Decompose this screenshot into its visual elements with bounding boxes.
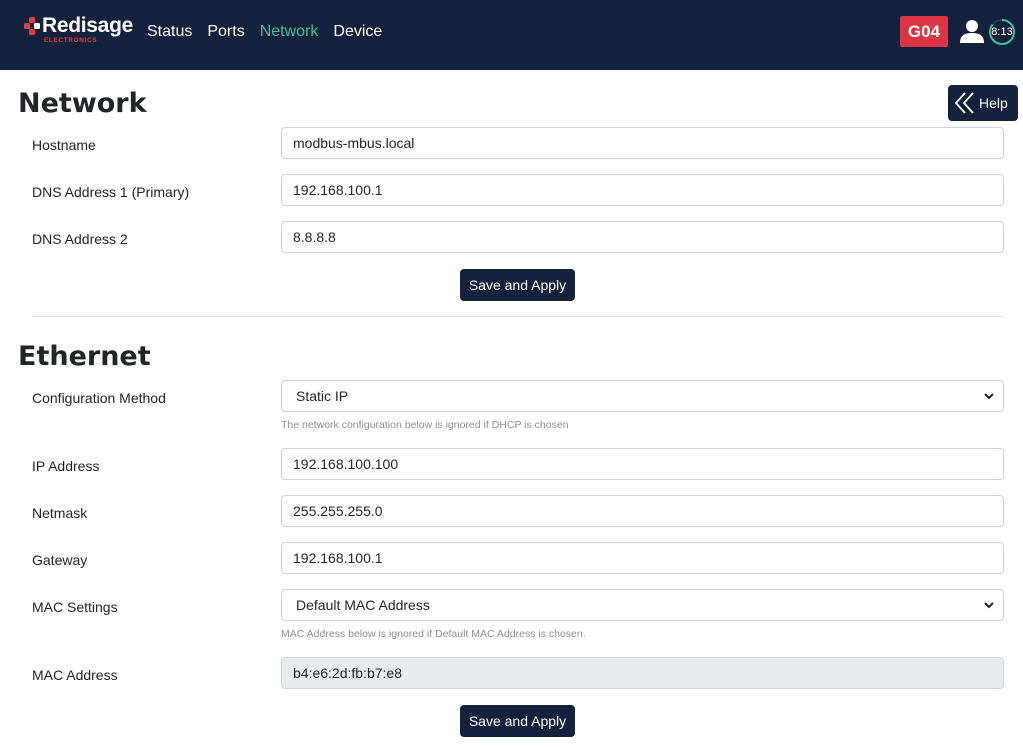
dns1-value: 192.168.100.1 <box>293 182 383 198</box>
ip-address-input[interactable]: 192.168.100.100 <box>281 448 1004 480</box>
mac-settings-select[interactable]: Default MAC Address <box>281 589 1004 621</box>
dns2-label: DNS Address 2 <box>32 231 128 247</box>
config-method-help: The network configuration below is ignor… <box>281 419 569 431</box>
session-timer: 8:13 <box>991 26 1013 38</box>
ethernet-title: Ethernet <box>18 341 151 372</box>
double-chevron-left-icon <box>954 92 974 114</box>
chevron-down-icon <box>984 602 994 609</box>
dns2-input[interactable]: 8.8.8.8 <box>281 221 1004 253</box>
nav-link-status[interactable]: Status <box>147 22 192 42</box>
config-method-label: Configuration Method <box>32 390 166 406</box>
config-method-select[interactable]: Static IP <box>281 380 1004 412</box>
netmask-label: Netmask <box>32 505 88 521</box>
netmask-value: 255.255.255.0 <box>293 503 383 519</box>
network-title: Network <box>18 88 147 119</box>
dns1-label: DNS Address 1 (Primary) <box>32 184 190 200</box>
hostname-label: Hostname <box>32 137 96 153</box>
netmask-input[interactable]: 255.255.255.0 <box>281 495 1004 527</box>
help-button[interactable]: Help <box>948 85 1018 121</box>
brand-name: Redisage <box>42 14 133 37</box>
section-divider <box>32 316 1004 317</box>
redisage-logo-icon <box>24 17 40 35</box>
user-icon[interactable] <box>959 18 985 44</box>
ethernet-save-button[interactable]: Save and Apply <box>460 705 575 737</box>
navbar: Redisage ELECTRONICS Status Ports Networ… <box>0 0 1023 70</box>
chevron-down-icon <box>984 393 994 400</box>
mac-settings-value: Default MAC Address <box>296 597 430 613</box>
hostname-value: modbus-mbus.local <box>293 135 415 151</box>
brand-logo[interactable]: Redisage ELECTRONICS <box>24 15 136 47</box>
dns2-value: 8.8.8.8 <box>293 229 336 245</box>
nav-link-ports[interactable]: Ports <box>207 22 244 42</box>
mac-address-input: b4:e6:2d:fb:b7:e8 <box>281 657 1004 689</box>
hostname-input[interactable]: modbus-mbus.local <box>281 127 1004 159</box>
config-method-value: Static IP <box>296 388 349 404</box>
nav-links: Status Ports Network Device <box>147 22 397 42</box>
dns1-input[interactable]: 192.168.100.1 <box>281 174 1004 206</box>
mac-settings-label: MAC Settings <box>32 599 118 615</box>
gateway-value: 192.168.100.1 <box>293 550 383 566</box>
mac-settings-help: MAC Address below is ignored if Default … <box>281 628 586 640</box>
brand-subtitle: ELECTRONICS <box>44 37 98 44</box>
mac-address-value: b4:e6:2d:fb:b7:e8 <box>293 665 402 681</box>
mac-address-label: MAC Address <box>32 667 118 683</box>
device-badge: G04 <box>900 16 948 47</box>
ip-address-label: IP Address <box>32 458 100 474</box>
help-button-label: Help <box>979 95 1008 111</box>
gateway-input[interactable]: 192.168.100.1 <box>281 542 1004 574</box>
ip-address-value: 192.168.100.100 <box>293 456 399 472</box>
network-save-button[interactable]: Save and Apply <box>460 269 575 301</box>
nav-link-network[interactable]: Network <box>260 22 319 42</box>
nav-link-device[interactable]: Device <box>333 22 382 42</box>
gateway-label: Gateway <box>32 552 88 568</box>
